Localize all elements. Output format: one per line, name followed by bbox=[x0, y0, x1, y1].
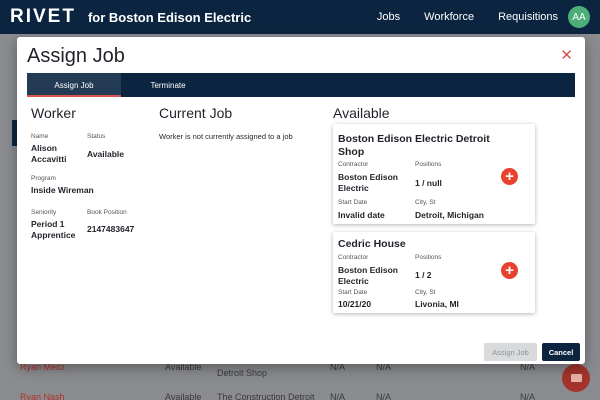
modal-title: Assign Job bbox=[27, 45, 125, 67]
worker-heading: Worker bbox=[31, 105, 76, 121]
folder-fab-button[interactable] bbox=[562, 364, 590, 392]
program-label: Program bbox=[31, 175, 56, 182]
nav-jobs[interactable]: Jobs bbox=[377, 11, 400, 23]
worker-col1: N/A bbox=[330, 392, 346, 400]
job-contractor: Boston Edison Electric bbox=[338, 172, 398, 193]
start-date-label: Start Date bbox=[338, 289, 368, 296]
positions-label: Positions bbox=[415, 161, 442, 168]
worker-seniority: Period 1 Apprentice bbox=[31, 219, 76, 240]
worker-job: The Construction Detroit bbox=[217, 392, 315, 400]
worker-col2: N/A bbox=[376, 392, 392, 400]
brand-logo[interactable]: RIVET bbox=[10, 6, 76, 28]
avatar[interactable]: AA bbox=[568, 6, 590, 28]
worker-status: Available bbox=[165, 392, 202, 400]
job-city: Detroit, Michigan bbox=[415, 210, 484, 220]
job-positions: 1 / 2 bbox=[415, 270, 432, 280]
name-label: Name bbox=[31, 133, 49, 140]
positions-label: Positions bbox=[415, 254, 442, 261]
contractor-label: Contractor bbox=[338, 254, 369, 261]
current-job-message: Worker is not currently assigned to a jo… bbox=[159, 132, 293, 141]
job-city: Livonia, MI bbox=[415, 299, 459, 309]
start-date-label: Start Date bbox=[338, 199, 368, 206]
app-bar: RIVET for Boston Edison Electric Jobs Wo… bbox=[0, 0, 600, 34]
job-positions: 1 / null bbox=[415, 178, 442, 188]
tab-terminate[interactable]: Terminate bbox=[121, 73, 215, 97]
assign-job-modal: Assign Job ✕ Assign Job Terminate Worker… bbox=[17, 37, 585, 364]
worker-name: Ryan Nash bbox=[20, 392, 65, 400]
close-icon[interactable]: ✕ bbox=[560, 46, 573, 64]
worker-col3: N/A bbox=[520, 392, 536, 400]
worker-program: Inside Wireman bbox=[31, 185, 94, 195]
add-job-button[interactable]: + bbox=[501, 262, 518, 279]
nav-workforce[interactable]: Workforce bbox=[424, 11, 474, 23]
job-start-date: 10/21/20 bbox=[338, 299, 372, 309]
worker-job: Detroit Shop bbox=[217, 368, 268, 378]
job-start-date: Invalid date bbox=[338, 210, 385, 220]
job-card: Boston Edison Electric Detroit Shop Cont… bbox=[333, 124, 535, 224]
job-card-title: Cedric House bbox=[338, 238, 406, 250]
job-card: Cedric House Contractor Boston Edison El… bbox=[333, 232, 535, 313]
worker-status: Available bbox=[87, 149, 125, 159]
job-card-title: Boston Edison Electric Detroit Shop bbox=[338, 133, 490, 158]
book-position-label: Book Position bbox=[87, 209, 127, 216]
folder-icon bbox=[570, 374, 582, 382]
worker-name: Alison Accavitti bbox=[31, 143, 67, 164]
seniority-label: Seniority bbox=[31, 209, 57, 216]
city-label: City, St bbox=[415, 289, 436, 296]
plus-icon: + bbox=[505, 168, 514, 185]
tab-assign-job[interactable]: Assign Job bbox=[27, 73, 121, 97]
brand-subtitle: for Boston Edison Electric bbox=[87, 9, 252, 25]
status-label: Status bbox=[87, 133, 106, 140]
modal-tabs: Assign Job Terminate bbox=[27, 73, 575, 97]
city-label: City, St bbox=[415, 199, 436, 206]
contractor-label: Contractor bbox=[338, 161, 369, 168]
cancel-button[interactable]: Cancel bbox=[542, 343, 580, 361]
plus-icon: + bbox=[505, 262, 514, 279]
assign-job-button[interactable]: Assign Job bbox=[484, 343, 537, 361]
nav-requisitions[interactable]: Requisitions bbox=[498, 11, 558, 23]
top-nav: Jobs Workforce Requisitions AA bbox=[353, 6, 590, 28]
current-job-heading: Current Job bbox=[159, 105, 233, 121]
job-contractor: Boston Edison Electric bbox=[338, 265, 398, 286]
worker-book-position: 2147483647 bbox=[87, 224, 135, 234]
add-job-button[interactable]: + bbox=[501, 168, 518, 185]
available-heading: Available bbox=[333, 105, 390, 121]
